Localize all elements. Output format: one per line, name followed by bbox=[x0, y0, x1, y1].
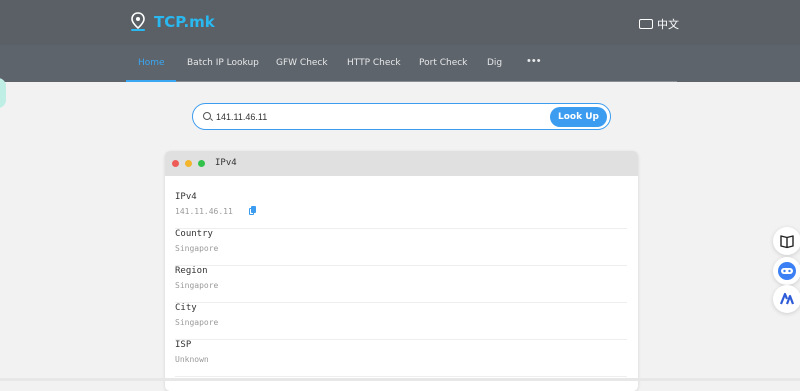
nav-active-indicator bbox=[126, 80, 176, 82]
assistant-button[interactable] bbox=[773, 257, 800, 285]
result-row-region: Region Singapore bbox=[175, 266, 627, 303]
row-label: Region bbox=[175, 266, 208, 276]
book-icon bbox=[780, 235, 794, 249]
ai-logo-icon bbox=[779, 292, 795, 305]
language-label: 中文 bbox=[657, 19, 679, 31]
nav-port-check[interactable]: Port Check bbox=[419, 58, 467, 68]
main-nav: Home Batch IP Lookup GFW Check HTTP Chec… bbox=[0, 45, 800, 82]
card-title: IPv4 bbox=[215, 158, 237, 168]
row-value: Singapore bbox=[175, 244, 219, 253]
red-dot-icon bbox=[172, 160, 179, 167]
search-bar: Look Up bbox=[192, 103, 611, 130]
nav-dig[interactable]: Dig bbox=[487, 58, 502, 68]
row-label: Country bbox=[175, 229, 213, 239]
robot-icon bbox=[778, 262, 796, 280]
result-row-country: Country Singapore bbox=[175, 229, 627, 266]
result-card: IPv4 IPv4 141.11.46.11 Country Singapore… bbox=[165, 151, 638, 391]
site-logo[interactable]: TCP.mk bbox=[130, 12, 215, 32]
language-switcher[interactable]: 中文 bbox=[639, 16, 679, 32]
logo-text: TCP.mk bbox=[154, 13, 215, 31]
row-label: City bbox=[175, 303, 197, 313]
search-icon bbox=[203, 112, 211, 120]
side-handle[interactable] bbox=[0, 78, 6, 108]
row-label: ISP bbox=[175, 340, 192, 350]
nav-http-check[interactable]: HTTP Check bbox=[347, 58, 401, 68]
nav-home[interactable]: Home bbox=[138, 58, 165, 68]
nav-batch-ip-lookup[interactable]: Batch IP Lookup bbox=[187, 58, 259, 68]
nav-gfw-check[interactable]: GFW Check bbox=[276, 58, 328, 68]
ip-search-input[interactable] bbox=[216, 110, 536, 124]
row-value: 141.11.46.11 bbox=[175, 207, 233, 216]
row-value: Unknown bbox=[175, 355, 209, 364]
translate-icon bbox=[639, 19, 653, 29]
location-pin-icon bbox=[131, 12, 145, 31]
card-header: IPv4 bbox=[165, 151, 638, 176]
ai-button[interactable] bbox=[773, 285, 800, 313]
row-label: IPv4 bbox=[175, 192, 197, 202]
green-dot-icon bbox=[198, 160, 205, 167]
book-button[interactable] bbox=[773, 227, 800, 255]
row-value: Singapore bbox=[175, 281, 219, 290]
nav-divider bbox=[126, 81, 677, 82]
nav-more-button[interactable]: ••• bbox=[527, 55, 542, 67]
copy-icon[interactable] bbox=[249, 206, 257, 215]
yellow-dot-icon bbox=[185, 160, 192, 167]
result-row-isp: ISP Unknown bbox=[175, 340, 627, 377]
result-row-ipv4: IPv4 141.11.46.11 bbox=[175, 192, 627, 229]
look-up-button[interactable]: Look Up bbox=[550, 107, 607, 127]
row-value: Singapore bbox=[175, 318, 219, 327]
top-header: TCP.mk 中文 bbox=[0, 0, 800, 45]
result-row-city: City Singapore bbox=[175, 303, 627, 340]
